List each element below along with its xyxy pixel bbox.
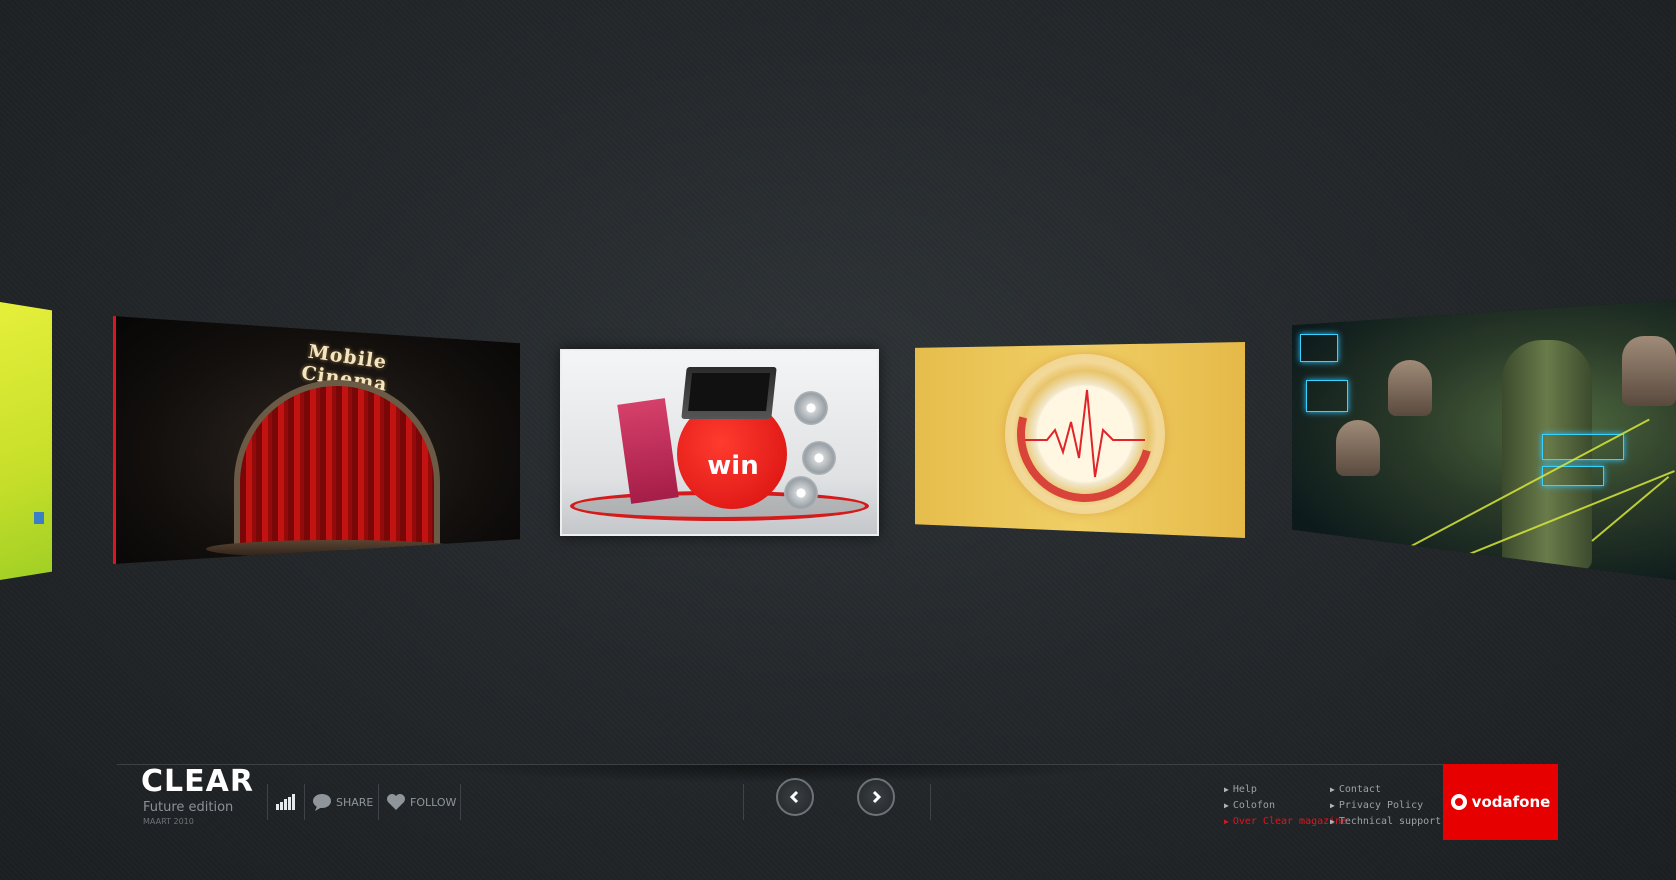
disc-image (802, 441, 836, 475)
carousel-card-heartbeat[interactable] (915, 342, 1245, 538)
person-image (1336, 420, 1380, 476)
share-label: SHARE (336, 795, 374, 809)
footer-shadow (430, 765, 1130, 783)
chevron-right-icon (872, 790, 882, 804)
footer-separator (304, 784, 305, 820)
arrow-right-icon: ▶ (1224, 785, 1229, 794)
footer-separator (930, 784, 931, 820)
carousel-card-yellow[interactable] (0, 302, 52, 580)
cinema-curtain (240, 386, 434, 544)
prev-button[interactable] (776, 778, 814, 816)
footer-separator (460, 784, 461, 820)
link-technical-support[interactable]: ▶ Technical support (1330, 814, 1441, 830)
vodafone-logo[interactable]: vodafone (1443, 764, 1558, 840)
heartbeat-line-icon (1025, 389, 1145, 478)
carousel-card-mobile-cinema[interactable]: Mobile Cinema (113, 316, 520, 564)
footer-separator (378, 784, 379, 820)
vodafone-label: vodafone (1471, 793, 1551, 811)
next-button[interactable] (857, 778, 895, 816)
arrow-right-icon: ▶ (1224, 817, 1229, 826)
heart-icon (387, 794, 405, 810)
cinema-arch (234, 380, 440, 550)
clear-logo[interactable]: CLEAR (141, 764, 254, 799)
edition-title: Future edition (143, 800, 234, 815)
arrow-right-icon: ▶ (1330, 785, 1335, 794)
laptop-image (681, 367, 777, 419)
link-over-clear-magazine[interactable]: ▶ Over Clear magazine (1224, 814, 1347, 830)
footer-links-col2: ▶ Contact ▶ Privacy Policy ▶ Technical supp… (1330, 782, 1441, 830)
edition-date: MAART 2010 (143, 817, 194, 826)
arrow-right-icon: ▶ (1224, 801, 1229, 810)
cinema-stage (206, 540, 468, 558)
chevron-left-icon (789, 790, 799, 804)
carousel-card-avatar[interactable] (1292, 300, 1676, 580)
signal-button[interactable] (276, 790, 296, 814)
vodafone-speechmark-icon (1450, 794, 1467, 810)
disc-image (794, 391, 828, 425)
follow-label: FOLLOW (410, 795, 457, 809)
hud-panel (1306, 380, 1348, 412)
footer-separator (267, 784, 268, 820)
link-colofon[interactable]: ▶ Colofon (1224, 798, 1347, 814)
footer-separator (743, 784, 744, 820)
follow-button[interactable]: FOLLOW (386, 790, 456, 814)
link-help[interactable]: ▶ Help (1224, 782, 1347, 798)
footer-links-col1: ▶ Help ▶ Colofon ▶ Over Clear magazine (1224, 782, 1347, 830)
link-privacy-policy[interactable]: ▶ Privacy Policy (1330, 798, 1441, 814)
carousel: Mobile Cinema win (0, 0, 1676, 760)
carousel-card-win[interactable]: win (560, 349, 879, 536)
disc-image (784, 476, 818, 510)
speech-bubble-icon (313, 794, 331, 811)
shopping-bag-image (617, 398, 679, 504)
arrow-right-icon: ▶ (1330, 801, 1335, 810)
hud-panel (1300, 334, 1338, 362)
person-image (1388, 360, 1432, 416)
card-chip (34, 512, 44, 524)
arrow-right-icon: ▶ (1330, 817, 1335, 826)
person-image (1622, 336, 1676, 406)
win-label: win (707, 451, 759, 481)
signal-bars-icon (276, 794, 295, 810)
link-contact[interactable]: ▶ Contact (1330, 782, 1441, 798)
share-button[interactable]: SHARE (312, 790, 373, 814)
